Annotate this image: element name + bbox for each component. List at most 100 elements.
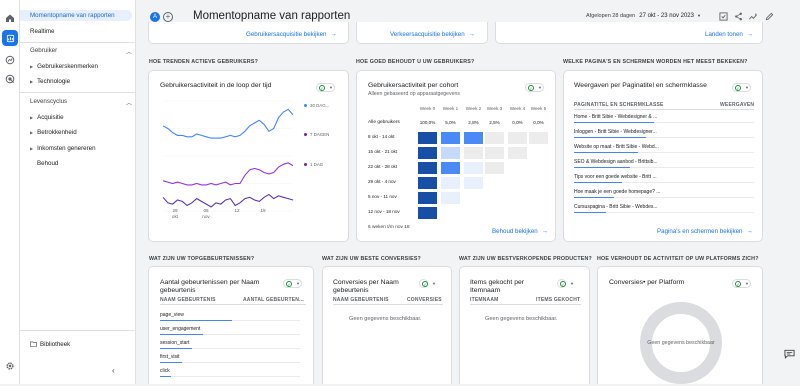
page-title-cell: Tips voor een goede website - Britt ...	[574, 174, 657, 180]
cohort-cell[interactable]	[417, 131, 438, 145]
link-label: Pagina's en schermen bekijken	[657, 228, 743, 235]
page-title-cell: Website op maat - Britt Sibie - Webd...	[574, 144, 659, 150]
settings-icon[interactable]	[4, 360, 16, 372]
add-comparison-icon[interactable]: +	[163, 12, 173, 22]
card-status-control[interactable]: ✓ ▼	[525, 83, 544, 92]
card-status-control[interactable]: ✓	[419, 279, 428, 288]
cohort-percentage: 0,0%	[512, 120, 523, 125]
row-bar	[574, 182, 622, 183]
customize-report-icon[interactable]	[718, 12, 728, 22]
cohort-cell[interactable]	[528, 131, 549, 145]
cohort-cell[interactable]	[463, 146, 484, 160]
view-user-acquisition-link[interactable]: Gebruikersacquisitie bekijken →	[246, 31, 337, 38]
tick-text: 12	[234, 208, 240, 213]
card-status-control[interactable]: ✓	[557, 279, 566, 288]
reports-icon[interactable]	[2, 30, 18, 46]
cohort-cell[interactable]	[484, 131, 505, 145]
nav-section-lifecycle[interactable]: Levenscyclus ︿	[30, 98, 132, 107]
cohort-row-label: 15 okt - 21 okt	[368, 149, 398, 154]
card-status-control[interactable]: ✓ ▼	[283, 279, 302, 288]
dropdown-arrow-icon[interactable]: ▼	[432, 279, 436, 288]
comparison-avatar[interactable]: A	[150, 12, 160, 22]
view-traffic-acquisition-link[interactable]: Verkeersacquisitie bekijken →	[390, 31, 475, 38]
explore-icon[interactable]	[4, 54, 16, 66]
row-bar	[574, 152, 638, 153]
cohort-cell[interactable]	[463, 131, 484, 145]
dropdown-arrow-icon: ▼	[745, 85, 749, 90]
cohort-cell[interactable]	[484, 146, 505, 160]
card-status-control[interactable]: ✓ ▼	[316, 83, 335, 92]
cohort-cell[interactable]	[507, 146, 528, 160]
share-icon[interactable]	[733, 12, 743, 22]
card-status-control[interactable]: ✓ ▼	[732, 83, 751, 92]
card-title: Aantal gebeurtenissen per Naam gebeurten…	[160, 279, 260, 294]
cohort-cell[interactable]	[440, 191, 461, 205]
week-header: Week 1	[442, 106, 459, 111]
event-name-cell: page_view	[160, 312, 184, 318]
column-header: NAAM GEBEURTENIS	[333, 297, 389, 303]
triangle-right-icon: ▶	[30, 78, 34, 84]
x-tick-label: 12	[230, 208, 244, 214]
cohort-cell[interactable]	[417, 146, 438, 160]
event-name-cell: click	[160, 368, 170, 374]
series-line-1	[162, 162, 294, 186]
cohort-cell[interactable]	[463, 161, 484, 175]
cohort-cell[interactable]	[440, 146, 461, 160]
cohort-cell[interactable]	[417, 206, 438, 220]
event-name-cell: user_engagement	[160, 326, 201, 332]
home-icon[interactable]	[4, 12, 16, 24]
collapse-nav-icon[interactable]: ‹	[112, 366, 115, 375]
nav-item-engagement[interactable]: ▶ Betrokkenheid	[30, 129, 77, 136]
view-retention-link[interactable]: Behoud bekijken →	[492, 228, 548, 235]
cohort-cell[interactable]	[484, 161, 505, 175]
view-pages-link[interactable]: Pagina's en schermen bekijken →	[657, 228, 753, 235]
chevron-up-icon: ︿	[126, 101, 133, 107]
cohort-cell[interactable]	[417, 191, 438, 205]
check-circle-icon: ✓	[560, 281, 566, 287]
nav-item-acquisition[interactable]: ▶ Acquisitie	[30, 114, 64, 121]
nav-item-snapshot[interactable]: Momentopname van rapporten	[20, 10, 132, 21]
card-title: Items gekocht per Itemnaam	[470, 279, 525, 294]
cohort-row-label: 8 okt - 14 okt	[368, 134, 395, 139]
dropdown-arrow-icon[interactable]: ▼	[570, 279, 574, 288]
nav-section-user[interactable]: Gebruiker ︿	[30, 47, 132, 56]
view-countries-link[interactable]: Landen tonen →	[705, 31, 753, 38]
legend-item-1-day: 1 DAG	[304, 162, 323, 167]
nav-item-library[interactable]: Bibliotheek	[30, 341, 70, 348]
check-circle-icon: ✓	[422, 281, 428, 287]
traffic-acquisition-card: Verkeersacquisitie bekijken →	[356, 22, 488, 44]
section-question: WELKE PAGINA'S EN SCHERMEN WORDEN HET ME…	[563, 59, 748, 65]
card-title: Conversies• per Platform	[609, 279, 685, 286]
nav-item-user-attributes[interactable]: ▶ Gebruikerskenmerken	[30, 63, 98, 70]
date-range-picker[interactable]: Afgelopen 28 dagen 27 okt - 23 nov 2023 ▼	[586, 13, 701, 19]
nav-section-label: Levenscyclus	[30, 98, 68, 105]
cohort-cell[interactable]	[463, 176, 484, 190]
cohort-cell[interactable]	[507, 131, 528, 145]
insights-icon[interactable]	[748, 12, 758, 22]
card-status-control[interactable]: ✓ ▼	[732, 279, 751, 288]
header-divider	[160, 304, 306, 305]
edit-pencil-icon[interactable]	[764, 12, 774, 22]
cohort-cell[interactable]	[440, 176, 461, 190]
cohort-cell[interactable]	[440, 131, 461, 145]
feedback-icon[interactable]	[782, 349, 796, 361]
nav-item-retention[interactable]: Behoud	[37, 160, 58, 167]
check-circle-icon: ✓	[319, 85, 325, 91]
cohort-cell[interactable]	[417, 161, 438, 175]
tick-text: 19	[260, 208, 266, 213]
empty-state: Geen gegevens beschikbaar.	[349, 316, 422, 322]
event-name-cell: first_visit	[160, 354, 180, 360]
cohort-cell[interactable]	[417, 176, 438, 190]
cohort-cell[interactable]	[440, 161, 461, 175]
legend-dot	[304, 133, 307, 137]
advertising-icon[interactable]	[4, 73, 16, 85]
nav-item-technology[interactable]: ▶ Technologie	[30, 78, 70, 85]
nav-item-realtime[interactable]: Realtime	[20, 26, 136, 37]
row-bar	[160, 348, 192, 349]
page-title-cell: Home - Britt Sibie - Webdesigner & ...	[574, 114, 658, 120]
cohort-percentage: 0,0%	[533, 120, 544, 125]
nav-item-label: Bibliotheek	[40, 341, 71, 348]
x-tick-label: 19	[256, 208, 270, 214]
row-bar	[574, 212, 606, 213]
nav-item-monetization[interactable]: ▶ Inkomsten genereren	[30, 145, 96, 152]
